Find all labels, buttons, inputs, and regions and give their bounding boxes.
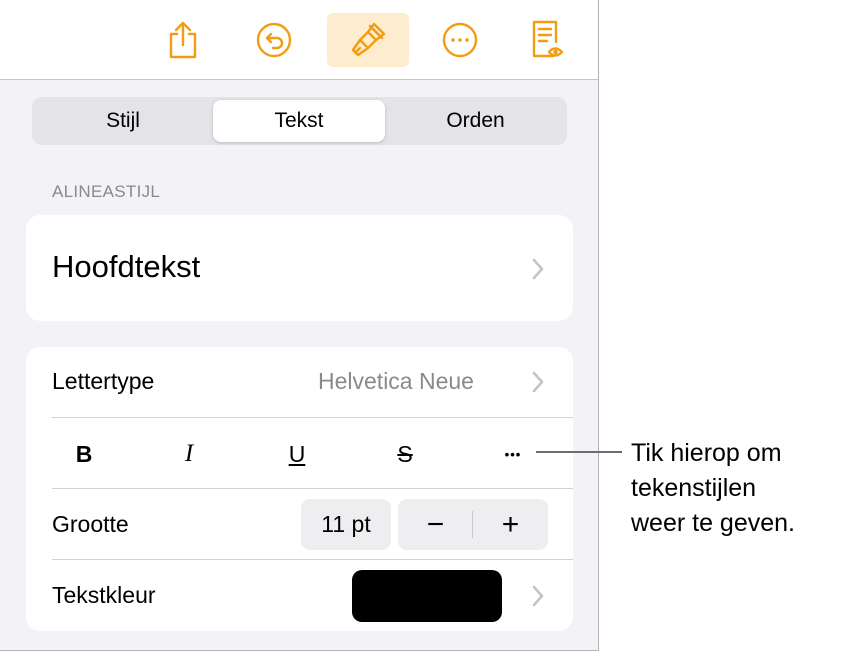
reading-view-button[interactable] [507, 13, 587, 67]
increase-size-button[interactable]: + [473, 499, 548, 550]
divider [52, 417, 573, 418]
callout-line-2: tekenstijlen [631, 474, 757, 502]
more-icon [441, 21, 479, 59]
size-value-field[interactable]: 11 pt [301, 499, 391, 550]
text-color-swatch [352, 570, 502, 622]
text-color-row[interactable]: Tekstkleur [26, 560, 573, 631]
paragraph-style-header: ALINEASTIJL [52, 182, 161, 201]
minus-icon: − [426, 507, 445, 541]
undo-button[interactable] [234, 13, 314, 67]
text-color-label: Tekstkleur [52, 582, 156, 608]
underline-button[interactable]: U [277, 437, 317, 471]
bold-button[interactable]: B [64, 437, 104, 471]
format-button[interactable] [327, 13, 409, 67]
more-text-options-button[interactable]: ••• [493, 437, 533, 471]
tab-stijl[interactable]: Stijl [35, 100, 211, 142]
undo-icon [255, 21, 293, 59]
size-stepper: − + [398, 499, 548, 550]
callout-line-3: weer te geven. [631, 509, 795, 537]
share-icon [166, 20, 200, 60]
toolbar [0, 0, 598, 80]
format-panel: Stijl Tekst Orden ALINEASTIJL Hoofdtekst… [0, 0, 599, 651]
font-row[interactable]: Lettertype Helvetica Neue [26, 347, 573, 417]
paragraph-style-value: Hoofdtekst [52, 249, 201, 284]
paragraph-style-row[interactable]: Hoofdtekst [26, 215, 573, 321]
plus-icon: + [501, 507, 520, 541]
size-label: Grootte [52, 511, 129, 537]
decrease-size-button[interactable]: − [398, 499, 473, 550]
italic-button[interactable]: I [169, 437, 209, 471]
divider [52, 488, 573, 489]
callout-line [536, 451, 622, 453]
format-tabs: Stijl Tekst Orden [32, 97, 567, 145]
chevron-right-icon [531, 370, 545, 399]
more-button[interactable] [420, 13, 500, 67]
chevron-right-icon [531, 584, 545, 613]
text-settings-card: Lettertype Helvetica Neue B I U S ••• Gr… [26, 347, 573, 631]
strikethrough-button[interactable]: S [385, 437, 425, 471]
font-label: Lettertype [52, 368, 155, 394]
reading-view-icon [527, 18, 567, 62]
tab-orden[interactable]: Orden [387, 100, 564, 142]
tab-tekst[interactable]: Tekst [213, 100, 385, 142]
chevron-right-icon [531, 257, 545, 286]
share-button[interactable] [143, 13, 223, 67]
callout-text: Tik hierop om tekenstijlen weer te geven… [631, 436, 841, 541]
font-value: Helvetica Neue [318, 368, 474, 394]
format-brush-icon [348, 20, 388, 60]
callout-line-1: Tik hierop om [631, 439, 782, 467]
